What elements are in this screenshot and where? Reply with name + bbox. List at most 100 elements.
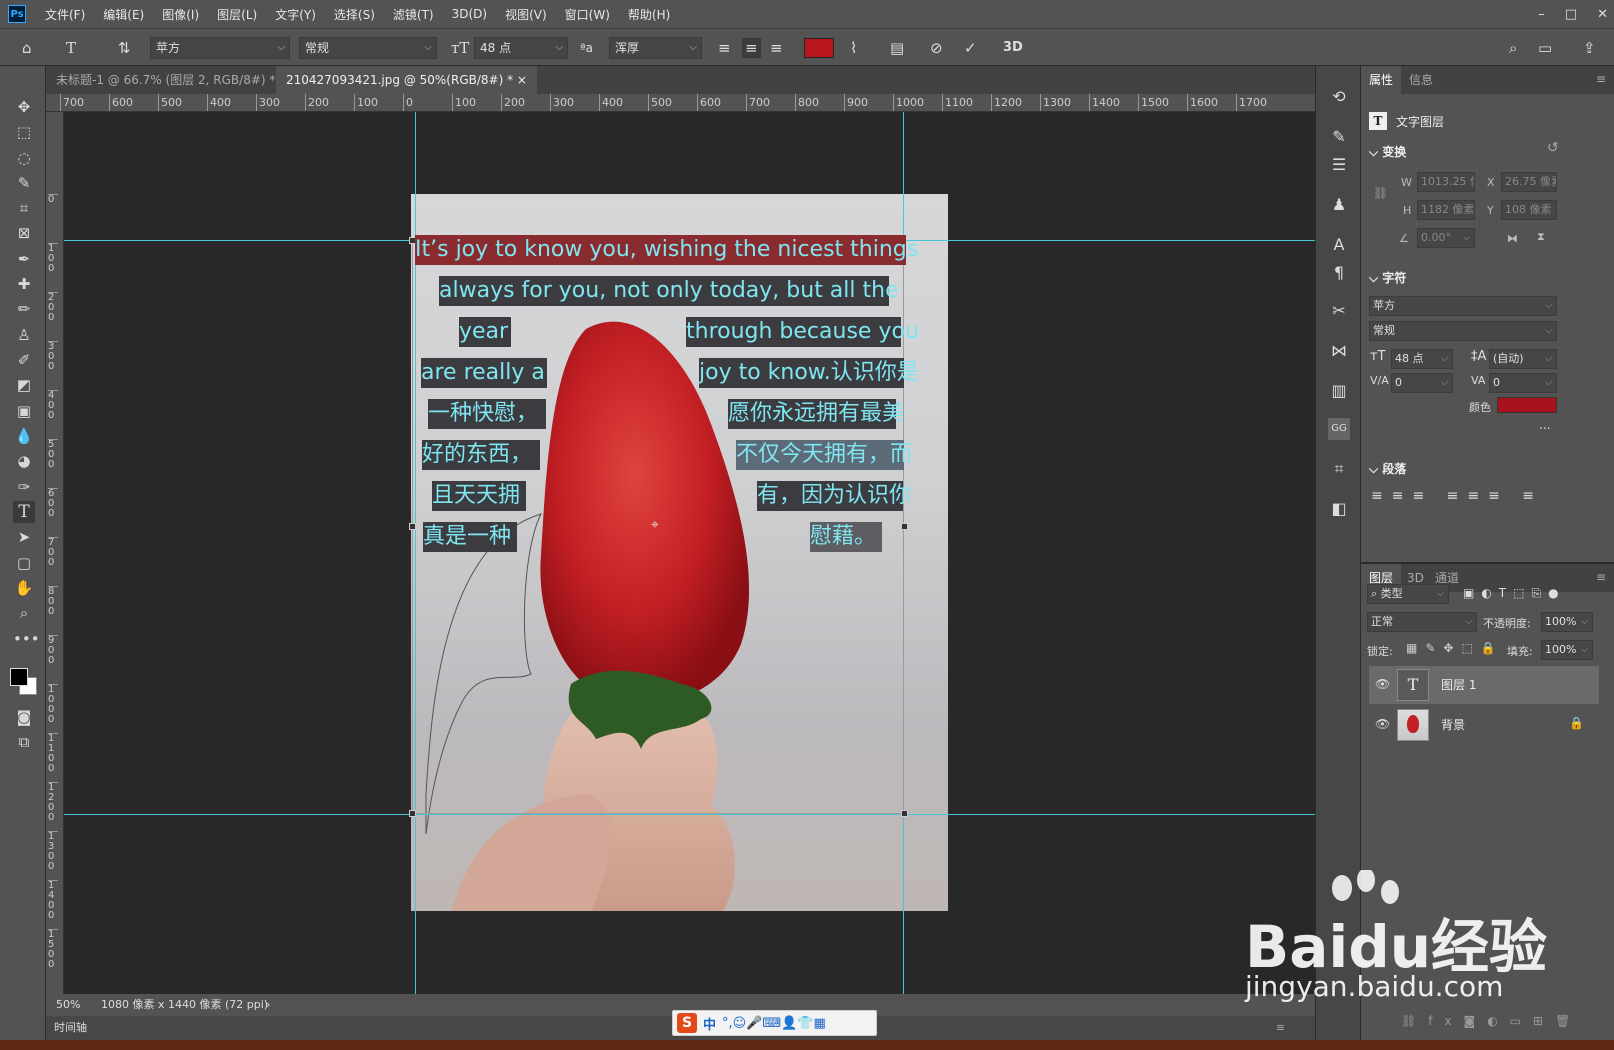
hand-tool-icon[interactable]: ✋: [13, 577, 35, 599]
menu-file[interactable]: 文件(F): [36, 6, 94, 23]
cancel-edit-icon[interactable]: ⊘: [930, 38, 943, 58]
eyedropper-tool-icon[interactable]: ✒: [13, 248, 35, 270]
lasso-tool-icon[interactable]: ◌: [13, 147, 35, 169]
crop-tool-icon[interactable]: ⌗: [13, 197, 35, 219]
navigator-icon[interactable]: ◧: [1328, 498, 1350, 520]
blur-tool-icon[interactable]: 💧: [13, 425, 35, 447]
angle-field[interactable]: 0.00° ⌵: [1417, 228, 1475, 248]
sogou-logo[interactable]: S: [677, 1013, 697, 1033]
swatches-icon[interactable]: ⋈: [1328, 340, 1350, 362]
char-font-size[interactable]: 48 点 ⌵: [1391, 349, 1453, 369]
foreground-color[interactable]: [10, 668, 28, 686]
brush-tool-icon[interactable]: ✏: [13, 298, 35, 320]
history-brush-icon[interactable]: ✐: [13, 349, 35, 371]
layer-filter-select[interactable]: ⌕ 类型 ⌵: [1367, 584, 1449, 604]
menu-layer[interactable]: 图层(L): [208, 6, 266, 23]
character-section-title[interactable]: ⌵ 字符: [1369, 269, 1406, 286]
visibility-eye-icon[interactable]: 👁: [1375, 677, 1390, 691]
character-panel-icon[interactable]: A: [1328, 234, 1350, 256]
paragraph-align-buttons[interactable]: ≡≡≡ ≡≡≡ ≡: [1371, 488, 1543, 504]
minimize-button[interactable]: –: [1538, 7, 1545, 22]
healing-brush-icon[interactable]: ✚: [13, 273, 35, 295]
tab-untitled-1[interactable]: 未标题-1 @ 66.7% (图层 2, RGB/8#) * ×: [46, 66, 299, 94]
close-window-button[interactable]: ✕: [1597, 7, 1608, 22]
type-tool-icon[interactable]: T: [13, 501, 35, 523]
canvas-area[interactable]: ⌖ It’s joy to know you, wishing the nice…: [64, 112, 1315, 994]
home-icon[interactable]: ⌂: [22, 38, 32, 58]
menu-image[interactable]: 图像(I): [153, 6, 208, 23]
reset-transform-icon[interactable]: ↺: [1547, 140, 1559, 156]
x-field[interactable]: 26.75 像素: [1501, 172, 1557, 192]
tab-strawberry-jpg[interactable]: 210427093421.jpg @ 50%(RGB/8#) * ×: [276, 66, 537, 94]
tab-info[interactable]: 信息: [1401, 66, 1441, 94]
resize-handle[interactable]: [409, 523, 416, 530]
font-size-input[interactable]: 48 点 ⌵: [474, 37, 568, 59]
menu-help[interactable]: 帮助(H): [619, 6, 679, 23]
history-panel-icon[interactable]: ⟲: [1328, 86, 1350, 108]
char-kerning[interactable]: 0 ⌵: [1391, 373, 1453, 393]
paragraph-panel-icon[interactable]: ¶: [1328, 262, 1350, 284]
shape-tool-icon[interactable]: ▢: [13, 552, 35, 574]
height-field[interactable]: 1182 像素: [1417, 200, 1475, 220]
layer-filter-icons[interactable]: ▣◐T⬚⎘●: [1463, 586, 1566, 601]
opacity-field[interactable]: 100% ⌵: [1541, 612, 1593, 632]
quick-select-tool-icon[interactable]: ✎: [13, 172, 35, 194]
frame-tool-icon[interactable]: ⊠: [13, 222, 35, 244]
search-icon[interactable]: ⌕: [1509, 38, 1517, 58]
panel-menu-icon[interactable]: ≡: [1596, 72, 1606, 86]
maximize-button[interactable]: □: [1565, 7, 1577, 22]
timeline-tab[interactable]: 时间轴: [54, 1016, 87, 1040]
layer-action-icons[interactable]: ⛓fx◙◐▭⊞🗑: [1401, 1014, 1582, 1028]
flip-horizontal-icon[interactable]: ⧓: [1507, 232, 1518, 245]
tools-panel-icon[interactable]: ✂: [1328, 300, 1350, 322]
toggle-text-orientation-icon[interactable]: ⇅: [118, 38, 131, 58]
gradient-tool-icon[interactable]: ▣: [13, 400, 35, 422]
char-font-family[interactable]: 苹方 ⌵: [1369, 296, 1557, 316]
fill-field[interactable]: 100% ⌵: [1541, 640, 1593, 660]
resize-handle[interactable]: [409, 810, 416, 817]
layer-row-text[interactable]: 👁 T 图层 1: [1369, 666, 1599, 704]
reference-point-icon[interactable]: ⌖: [651, 517, 659, 533]
marquee-tool-icon[interactable]: ⬚: [13, 121, 35, 143]
menu-filter[interactable]: 滤镜(T): [384, 6, 443, 23]
crop-panel-icon[interactable]: ⌗: [1328, 458, 1350, 480]
layer-name[interactable]: 图层 1: [1441, 666, 1476, 704]
screen-mode-icon[interactable]: ⧉: [13, 731, 35, 753]
more-tools-icon[interactable]: •••: [13, 628, 40, 650]
ime-language[interactable]: 中: [703, 1014, 716, 1033]
type-tool-preset-icon[interactable]: T: [66, 38, 76, 58]
visibility-eye-icon[interactable]: 👁: [1375, 717, 1390, 731]
font-style-select[interactable]: 常规 ⌵: [299, 37, 437, 59]
horizontal-ruler[interactable]: 700 600 500 400 300 200 100 0 100 200 300 400 500 600…: [46, 94, 1315, 112]
photoshop-logo[interactable]: Ps: [8, 5, 26, 23]
layer-row-background[interactable]: 👁 背景 🔒: [1369, 706, 1599, 744]
pen-tool-icon[interactable]: ✑: [13, 476, 35, 498]
character-panel-icon[interactable]: ▤: [890, 38, 904, 58]
align-left-icon[interactable]: ≡: [718, 38, 731, 58]
antialias-select[interactable]: 浑厚 ⌵: [609, 37, 702, 59]
glyphs-panel-icon[interactable]: GG: [1328, 418, 1350, 440]
ime-tool-icons[interactable]: °,☺🎤⌨👤👕▦: [722, 1016, 826, 1031]
transform-section-title[interactable]: ⌵ 变换: [1369, 143, 1406, 160]
more-options-icon[interactable]: ...: [1539, 418, 1550, 432]
close-tab-icon[interactable]: ×: [517, 73, 527, 87]
move-tool-icon[interactable]: ✥: [13, 96, 35, 118]
histogram-icon[interactable]: ▥: [1328, 380, 1350, 402]
text-color-swatch[interactable]: [804, 38, 834, 58]
width-field[interactable]: 1013.25 像: [1417, 172, 1475, 192]
stamp-tool-icon[interactable]: ♙: [13, 324, 35, 346]
y-field[interactable]: 108 像素: [1501, 200, 1557, 220]
dodge-tool-icon[interactable]: ◕: [13, 450, 35, 472]
font-family-select[interactable]: 苹方 ⌵: [150, 37, 290, 59]
char-font-style[interactable]: 常规 ⌵: [1369, 321, 1557, 341]
menu-type[interactable]: 文字(Y): [266, 6, 325, 23]
status-arrow-icon[interactable]: ›: [266, 994, 270, 1016]
char-tracking[interactable]: 0 ⌵: [1489, 373, 1557, 393]
path-select-icon[interactable]: ➤: [13, 526, 35, 548]
menu-select[interactable]: 选择(S): [325, 6, 384, 23]
align-center-icon[interactable]: ≡: [742, 38, 761, 58]
commit-edit-icon[interactable]: ✓: [964, 38, 977, 58]
tab-properties[interactable]: 属性: [1361, 66, 1402, 94]
adjustments-icon[interactable]: ☰: [1328, 154, 1350, 176]
char-leading[interactable]: (自动) ⌵: [1489, 349, 1557, 369]
